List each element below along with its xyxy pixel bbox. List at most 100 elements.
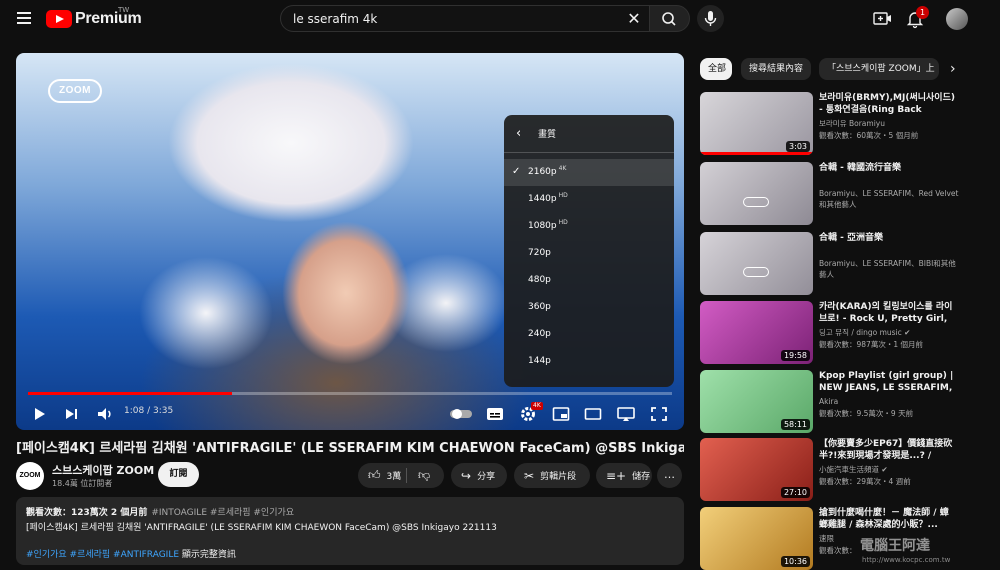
player-controls: 1:08 / 3:35 4K [16,398,684,430]
autoplay-toggle-icon[interactable] [449,404,473,424]
subscriber-count: 18.4萬 位訂閱者 [52,479,113,488]
like-count[interactable]: 3萬 [387,469,402,482]
chip-channel[interactable]: 「스브스케이팝 ZOOM」上 [819,58,939,80]
quality-option[interactable]: 144p [504,348,674,375]
hashtag-links[interactable]: #인기가요 #르세라핌 #ANTIFRAGILE [26,550,179,560]
quality-option[interactable]: 1080p HD [504,213,674,240]
site-watermark: 電腦王阿達 [860,538,930,554]
subtitles-icon[interactable] [486,404,504,424]
recommendation-item[interactable]: 3:03 보라미유(BRMY),MJ(써니사이드) - 통화연결음(Ring B… [700,92,990,156]
recommendation-stats: 觀看次數：60萬次・5 個月前 [819,131,919,140]
recommendation-channel[interactable]: Boramiyu、LE SSERAFIM、Red Velvet和其他藝人 [819,188,959,210]
video-thumbnail[interactable]: 19:58 [700,301,813,364]
chip-all[interactable]: 全部 [700,58,732,80]
duration-badge: 19:58 [780,350,810,361]
chevron-right-icon[interactable]: › [950,61,956,77]
video-thumbnail[interactable]: 3:03 [700,92,813,155]
clip-label: 剪輯片段 [540,472,577,482]
recommendation-item[interactable]: 58:11 Kpop Playlist (girl group) | NEW J… [700,370,990,434]
mic-button[interactable] [697,5,724,32]
playlist-add-icon: ≡+ [606,468,627,483]
search-button[interactable] [649,5,690,32]
recommendation-channel[interactable]: 小施汽車生活頻道 ✔ [819,464,959,475]
mix-thumbnail[interactable] [700,162,813,225]
recommendation-item[interactable]: 19:58 카라(KARA)의 킬링보이스를 라이브로! - Rock U, P… [700,301,990,365]
create-icon [873,12,891,25]
channel-avatar[interactable]: ZOOM [16,462,44,490]
quality-option[interactable]: 240p [504,321,674,348]
mix-thumbnail[interactable] [700,232,813,295]
back-icon[interactable]: ‹ [516,126,521,141]
recommendation-channel[interactable]: 딩고 뮤직 / dingo music ✔ [819,327,959,338]
meta-hashtags[interactable]: #INTOAGILE #르세라핌 #인기가요 [151,508,294,518]
recommendation-item[interactable]: 合輯 - 亞洲音樂 Boramiyu、LE SSERAFIM、BIBI和其他藝人 [700,232,990,296]
recommendation-channel[interactable]: 보라미유 Boramiyu [819,118,959,129]
subscribe-button[interactable]: 訂閱 [158,462,199,487]
video-player[interactable]: ZOOM ‹ 畫質 ✓ 2160p 4K 1440p HD 1080p HD 720p… [16,53,684,430]
quality-badge: 4K [531,402,543,410]
duration-badge: 3:03 [786,141,810,152]
logo-region: TW [118,6,130,14]
recommendation-title[interactable]: 搶到什麼喝什麼！－ 魔法師 / 蟑螂雞腿 / 森林深處的小販？... [819,507,957,531]
time-display: 1:08 / 3:35 [124,406,174,416]
quality-option[interactable]: ✓ 2160p 4K [504,159,674,186]
search-input[interactable] [293,10,613,28]
top-bar: Premium TW ✕ 1 [0,0,1000,38]
cast-icon[interactable] [616,404,636,424]
clear-icon[interactable]: ✕ [625,10,643,28]
quality-option[interactable]: 360p [504,294,674,321]
quality-menu-header[interactable]: ‹ 畫質 [504,115,674,153]
recommendation-channel[interactable]: Akira [819,396,959,407]
more-actions-button[interactable]: … [657,463,682,488]
avatar[interactable] [946,8,968,30]
thumbs-up-icon[interactable]: 👍︎ [368,468,381,483]
create-button[interactable] [871,9,893,29]
clip-button[interactable]: ✂ 剪輯片段 [514,463,590,488]
recommendation-title[interactable]: 보라미유(BRMY),MJ(써니사이드) - 통화연결음(Ring Back t… [819,92,957,116]
video-thumbnail[interactable]: 58:11 [700,370,813,433]
save-button[interactable]: ≡+ 儲存 [596,463,652,488]
mic-icon [704,11,717,26]
search-box: ✕ [280,5,650,32]
thumbs-down-icon[interactable]: 👎︎ [418,468,430,483]
recommendation-title[interactable]: 合輯 - 韓國流行音樂 [819,162,957,174]
next-icon[interactable] [64,404,80,424]
recommendation-item[interactable]: 27:10 【你要賣多少EP67】價錢直接砍半?!來到現場才發現是...? / … [700,438,990,502]
check-icon: ✓ [512,166,521,177]
quality-option[interactable]: 1440p HD [504,186,674,213]
channel-name[interactable]: 스브스케이팝 ZOOM [52,462,154,478]
mix-icon [743,267,769,277]
miniplayer-icon[interactable] [552,404,570,424]
recommendation-item[interactable]: 合輯 - 韓國流行音樂 Boramiyu、LE SSERAFIM、Red Vel… [700,162,990,226]
description-text: [페이스캠4K] 르세라핌 김채원 'ANTIFRAGILE' (LE SSER… [26,523,497,533]
recommendation-title[interactable]: 【你要賣多少EP67】價錢直接砍半?!來到現場才發現是...? / 201... [819,438,957,462]
progress-bar[interactable] [28,392,672,395]
mix-icon [743,197,769,207]
show-more-link[interactable]: 顯示完整資訊 [182,550,236,560]
quality-option[interactable]: 720p [504,240,674,267]
chip-search-results[interactable]: 搜尋結果內容 [741,58,811,80]
recommendation-stats: 觀看次數：987萬次・1 個月前 [819,340,923,349]
theater-mode-icon[interactable] [584,404,602,424]
watched-progress [700,152,813,155]
video-thumbnail[interactable]: 10:36 [700,507,813,570]
recommendation-title[interactable]: 合輯 - 亞洲音樂 [819,232,957,244]
description-box[interactable]: 觀看次數：123萬次 2 個月前 #INTOAGILE #르세라핌 #인기가요 [… [16,497,684,565]
progress-fill [28,392,232,395]
fullscreen-icon[interactable] [650,404,668,424]
recommendation-title[interactable]: 카라(KARA)의 킬링보이스를 라이브로! - Rock U, Pretty … [819,301,957,325]
youtube-logo-icon [46,10,72,28]
volume-icon[interactable] [96,404,114,424]
play-icon[interactable] [32,404,48,424]
menu-icon[interactable] [14,9,34,29]
quality-menu: ‹ 畫質 ✓ 2160p 4K 1440p HD 1080p HD 720p 480p… [504,115,674,387]
logo-text: Premium [75,10,142,27]
share-button[interactable]: ↪ 分享 [451,463,507,488]
save-label: 儲存 [632,472,651,482]
video-thumbnail[interactable]: 27:10 [700,438,813,501]
recommendation-title[interactable]: Kpop Playlist (girl group) | NEW JEANS, … [819,370,957,394]
recommendation-channel[interactable]: Boramiyu、LE SSERAFIM、BIBI和其他藝人 [819,258,959,280]
duration-badge: 58:11 [780,419,810,430]
quality-option[interactable]: 480p [504,267,674,294]
share-icon: ↪ [461,468,472,483]
